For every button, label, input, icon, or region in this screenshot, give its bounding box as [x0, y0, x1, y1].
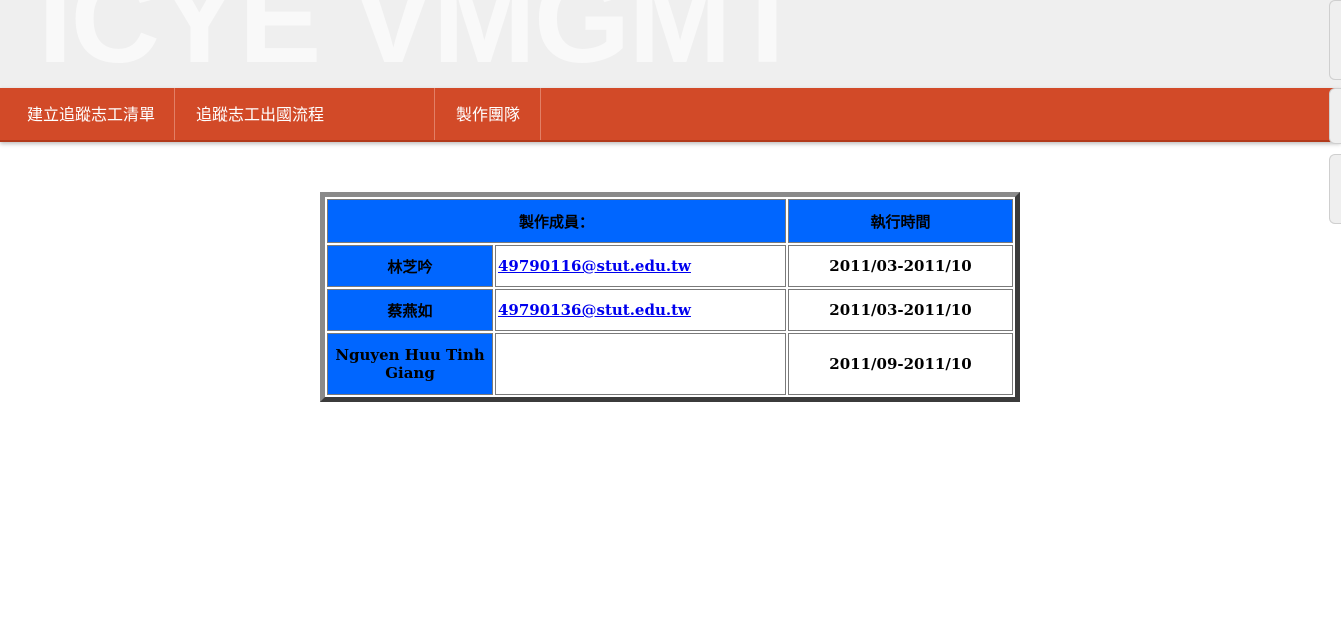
- member-period: 2011/09-2011/10: [788, 333, 1013, 395]
- member-name: Nguyen Huu Tinh Giang: [327, 333, 493, 395]
- member-email-link[interactable]: 49790136@stut.edu.tw: [498, 301, 691, 319]
- member-period: 2011/03-2011/10: [788, 245, 1013, 287]
- member-name: 林芝吟: [327, 245, 493, 287]
- table-row: 林芝吟 49790116@stut.edu.tw 2011/03-2011/10: [327, 245, 1013, 287]
- table-header-row: 製作成員： 執行時間: [327, 199, 1013, 243]
- side-tab[interactable]: [1329, 0, 1341, 80]
- member-email-cell: [495, 333, 786, 395]
- table-row: Nguyen Huu Tinh Giang 2011/09-2011/10: [327, 333, 1013, 395]
- member-email-link[interactable]: 49790116@stut.edu.tw: [498, 257, 691, 275]
- site-header: ICYE VMGMT: [0, 0, 1341, 88]
- time-header: 執行時間: [788, 199, 1013, 243]
- team-table-frame: 製作成員： 執行時間 林芝吟 49790116@stut.edu.tw 2011…: [320, 192, 1020, 402]
- nav-item-production-team[interactable]: 製作團隊: [435, 88, 541, 140]
- nav-item-track-departure-process[interactable]: 追蹤志工出國流程: [175, 88, 435, 140]
- member-email-cell: 49790116@stut.edu.tw: [495, 245, 786, 287]
- member-period: 2011/03-2011/10: [788, 289, 1013, 331]
- site-logo: ICYE VMGMT: [38, 0, 805, 88]
- main-nav: 建立追蹤志工清單 追蹤志工出國流程 製作團隊: [0, 88, 1341, 142]
- member-email-cell: 49790136@stut.edu.tw: [495, 289, 786, 331]
- side-tab[interactable]: [1329, 154, 1341, 224]
- table-row: 蔡燕如 49790136@stut.edu.tw 2011/03-2011/10: [327, 289, 1013, 331]
- member-name: 蔡燕如: [327, 289, 493, 331]
- members-header: 製作成員：: [327, 199, 786, 243]
- nav-item-build-tracking-list[interactable]: 建立追蹤志工清單: [0, 88, 175, 140]
- team-table: 製作成員： 執行時間 林芝吟 49790116@stut.edu.tw 2011…: [325, 197, 1015, 397]
- side-tab[interactable]: [1329, 88, 1341, 144]
